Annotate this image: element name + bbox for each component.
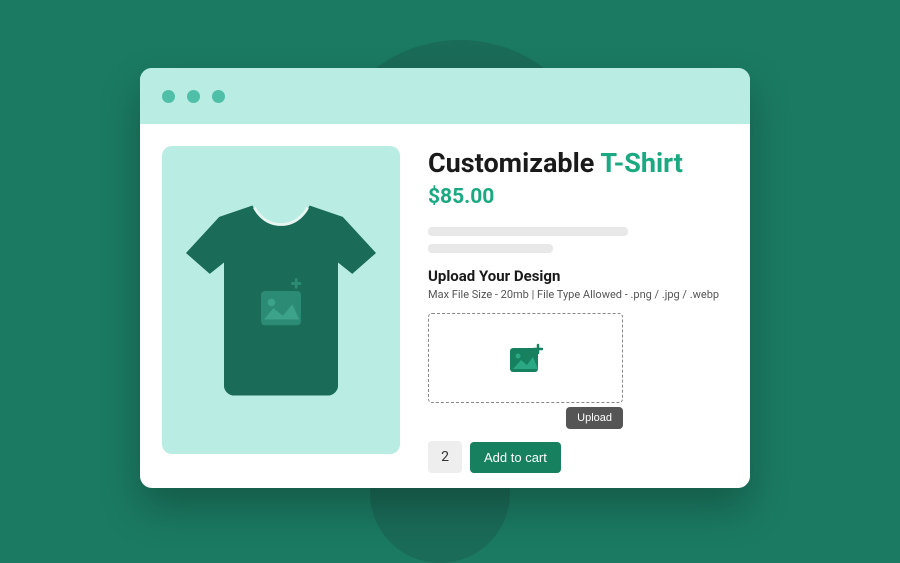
- product-title-text: Customizable: [428, 147, 600, 179]
- upload-dropzone[interactable]: [428, 313, 623, 403]
- window-control-dot[interactable]: [187, 90, 200, 103]
- browser-window: Customizable T-Shirt $85.00 Upload Your …: [140, 68, 750, 488]
- window-control-dot[interactable]: [162, 90, 175, 103]
- image-upload-icon: [509, 343, 543, 373]
- product-title-highlight: T-Shirt: [600, 147, 683, 179]
- product-image-panel: [162, 146, 400, 454]
- description-placeholder: [428, 244, 553, 253]
- upload-button[interactable]: Upload: [566, 407, 623, 429]
- upload-hint: Max File Size - 20mb | File Type Allowed…: [428, 288, 728, 301]
- add-to-cart-button[interactable]: Add to cart: [470, 442, 561, 473]
- product-title: Customizable T-Shirt: [428, 148, 728, 179]
- upload-heading: Upload Your Design: [428, 267, 728, 285]
- tshirt-icon: [186, 196, 376, 405]
- cart-controls: Add to cart: [428, 441, 728, 473]
- product-details: Customizable T-Shirt $85.00 Upload Your …: [428, 146, 728, 473]
- quantity-input[interactable]: [428, 441, 462, 473]
- product-price: $85.00: [428, 185, 728, 209]
- description-placeholder: [428, 227, 628, 236]
- browser-titlebar: [140, 68, 750, 124]
- product-page: Customizable T-Shirt $85.00 Upload Your …: [140, 124, 750, 488]
- window-control-dot[interactable]: [212, 90, 225, 103]
